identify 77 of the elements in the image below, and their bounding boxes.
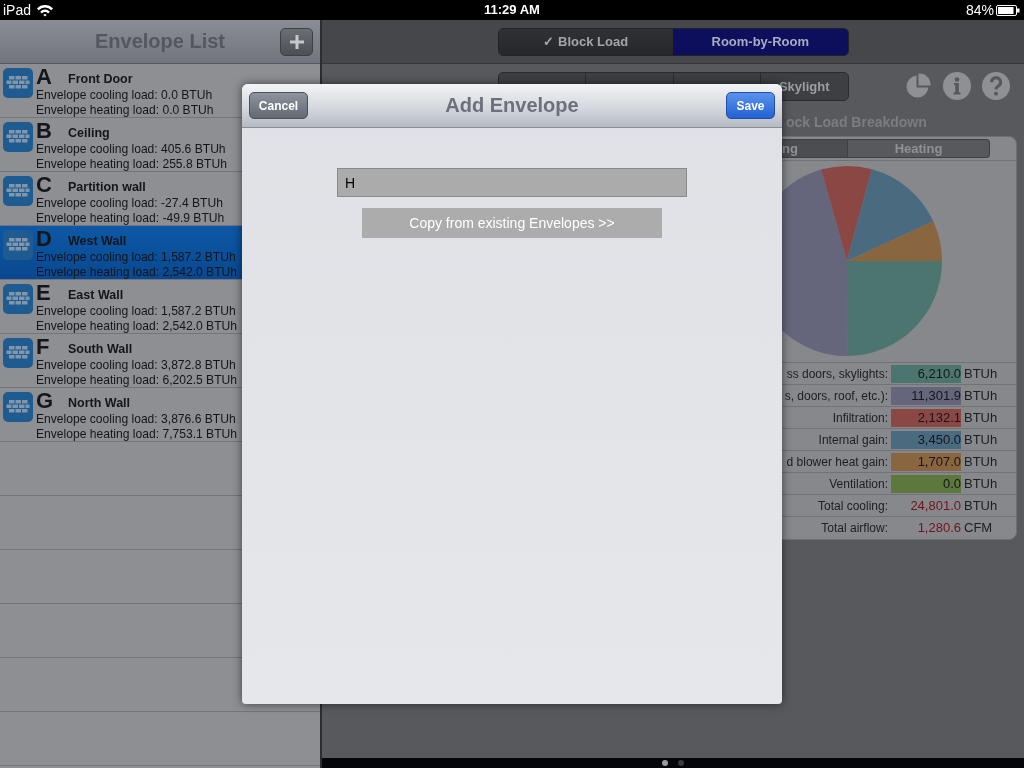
item-letter: A bbox=[36, 64, 52, 89]
page-dot[interactable] bbox=[678, 760, 684, 766]
brick-wall-icon bbox=[3, 122, 33, 152]
item-name: North Wall bbox=[68, 395, 131, 412]
item-letter: F bbox=[36, 334, 50, 359]
pie-chart-icon[interactable] bbox=[904, 72, 932, 100]
status-time: 11:29 AM bbox=[484, 2, 540, 18]
wifi-icon bbox=[36, 3, 55, 17]
dialog-title: Add Envelope bbox=[445, 94, 579, 117]
unit-label: BTUh bbox=[964, 432, 999, 447]
item-name: Partition wall bbox=[68, 179, 146, 196]
load-value: 3,450.0 bbox=[891, 430, 961, 449]
mode-tab[interactable]: ✓ Block Load bbox=[498, 28, 673, 55]
item-letter: B bbox=[36, 118, 52, 143]
load-label: ss doors, skylights: bbox=[786, 366, 888, 381]
total-value: 24,801.0 bbox=[910, 498, 961, 513]
cooling-load-text: Envelope cooling load: 3,876.6 BTUh bbox=[36, 412, 236, 426]
unit-label: BTUh bbox=[964, 410, 999, 425]
load-value: 0.0 bbox=[891, 474, 961, 493]
item-name: Front Door bbox=[68, 71, 133, 88]
battery-icon bbox=[996, 4, 1020, 16]
load-label: Total airflow: bbox=[821, 520, 888, 535]
page-dot[interactable] bbox=[662, 760, 668, 766]
name-field[interactable]: H bbox=[337, 168, 687, 197]
brick-wall-icon bbox=[3, 176, 33, 206]
unit-label: BTUh bbox=[964, 476, 999, 491]
heating-load-text: Envelope heating load: -49.9 BTUh bbox=[36, 211, 225, 225]
cancel-button[interactable]: Cancel bbox=[249, 92, 308, 119]
unit-label: BTUh bbox=[964, 366, 999, 381]
mode-tab[interactable]: Room-by-Room bbox=[673, 28, 848, 55]
item-letter: C bbox=[36, 172, 52, 197]
info-icon[interactable] bbox=[943, 72, 971, 100]
load-label: s, doors, roof, etc.): bbox=[784, 388, 888, 403]
brick-wall-icon bbox=[3, 338, 33, 368]
item-letter: E bbox=[36, 280, 51, 305]
heating-load-text: Envelope heating load: 7,753.1 BTUh bbox=[36, 427, 238, 441]
load-value: 6,210.0 bbox=[891, 364, 961, 383]
total-value: 1,280.6 bbox=[917, 520, 961, 535]
load-value: 1,707.0 bbox=[891, 452, 961, 471]
brick-wall-icon bbox=[3, 230, 33, 260]
brick-wall-icon bbox=[3, 68, 33, 98]
item-letter: D bbox=[36, 226, 52, 251]
heating-load-text: Envelope heating load: 2,542.0 BTUh bbox=[36, 319, 238, 333]
cooling-load-text: Envelope cooling load: 0.0 BTUh bbox=[36, 88, 213, 102]
heating-load-text: Envelope heating load: 6,202.5 BTUh bbox=[36, 373, 238, 387]
load-label: Total cooling: bbox=[817, 498, 888, 513]
load-label: d blower heat gain: bbox=[786, 454, 888, 469]
help-icon[interactable] bbox=[982, 72, 1010, 100]
load-label: Infiltration: bbox=[832, 410, 888, 425]
device-name: iPad bbox=[3, 2, 32, 18]
load-value: 11,301.9 bbox=[891, 386, 961, 405]
cooling-load-text: Envelope cooling load: 405.6 BTUh bbox=[36, 142, 226, 156]
brick-wall-icon bbox=[3, 284, 33, 314]
item-name: East Wall bbox=[68, 287, 124, 304]
plus-icon bbox=[289, 34, 304, 49]
item-name: West Wall bbox=[68, 233, 127, 250]
add-button[interactable] bbox=[280, 27, 313, 56]
battery-percent: 84% bbox=[965, 2, 994, 18]
heating-load-text: Envelope heating load: 0.0 BTUh bbox=[36, 103, 214, 117]
load-label: Ventilation: bbox=[829, 476, 888, 491]
load-value: 2,132.1 bbox=[891, 408, 961, 427]
cooling-load-text: Envelope cooling load: 3,872.8 BTUh bbox=[36, 358, 236, 372]
unit-label: BTUh bbox=[964, 388, 999, 403]
unit-label: BTUh bbox=[964, 454, 999, 469]
heating-load-text: Envelope heating load: 2,542.0 BTUh bbox=[36, 265, 238, 279]
brick-wall-icon bbox=[3, 392, 33, 422]
unit-label: CFM bbox=[964, 520, 994, 535]
cooling-load-text: Envelope cooling load: 1,587.2 BTUh bbox=[36, 250, 236, 264]
cooling-load-text: Envelope cooling load: -27.4 BTUh bbox=[36, 196, 223, 210]
item-name: Ceiling bbox=[68, 125, 110, 142]
unit-label: BTUh bbox=[964, 498, 999, 513]
cooling-load-text: Envelope cooling load: 1,587.2 BTUh bbox=[36, 304, 236, 318]
save-button[interactable]: Save bbox=[726, 92, 775, 119]
item-name: South Wall bbox=[68, 341, 133, 358]
load-label: Internal gain: bbox=[818, 432, 888, 447]
heating-load-text: Envelope heating load: 255.8 BTUh bbox=[36, 157, 227, 171]
item-letter: G bbox=[36, 388, 54, 413]
